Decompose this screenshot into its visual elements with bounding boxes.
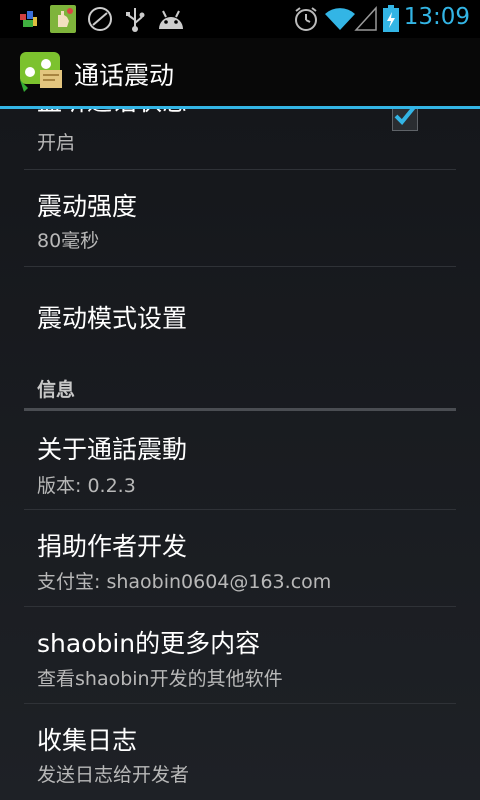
list-item-vibration-mode[interactable]: 震动模式设置	[0, 267, 480, 363]
status-bar: 13:09	[0, 0, 480, 38]
list-item-title: 捐助作者开发	[37, 532, 188, 561]
app-notification-icon	[20, 11, 37, 27]
list-item-summary: 开启	[37, 132, 76, 154]
list-item-more-apps[interactable]: shaobin的更多内容 查看shaobin开发的其他软件	[0, 607, 480, 703]
list-item-title: 收集日志	[37, 726, 138, 755]
status-clock: 13:09	[403, 4, 470, 30]
notification-icon	[50, 5, 76, 33]
action-bar: 通话震动	[0, 38, 480, 106]
list-item-donate[interactable]: 捐助作者开发 支付宝: shaobin0604@163.com	[0, 510, 480, 606]
list-item-summary: 发送日志给开发者	[37, 764, 190, 786]
category-header-info: 信息	[37, 379, 76, 401]
page-title: 通话震动	[74, 61, 175, 90]
list-item-call-state[interactable]: 监听通话状态 开启	[0, 109, 480, 170]
list-item-title: 关于通話震動	[37, 435, 188, 464]
alarm-icon	[295, 7, 317, 31]
list-item-title: shaobin的更多内容	[37, 629, 261, 658]
app-icon[interactable]	[18, 50, 66, 94]
signal-icon	[354, 6, 377, 31]
list-item-title: 监听通话状态	[37, 109, 187, 118]
list-item-summary: 支付宝: shaobin0604@163.com	[37, 571, 332, 593]
battery-icon	[383, 5, 399, 32]
check-icon	[394, 109, 416, 125]
list-item-about[interactable]: 关于通話震動 版本: 0.2.3	[0, 411, 480, 508]
usb-icon	[126, 8, 145, 32]
sync-icon	[88, 7, 112, 31]
wifi-icon	[325, 8, 355, 31]
call-state-checkbox[interactable]	[392, 109, 418, 131]
list-item-title: 震动模式设置	[37, 304, 188, 333]
android-debug-icon	[159, 10, 183, 29]
list-item-collect-logs[interactable]: 收集日志 发送日志给开发者	[0, 704, 480, 800]
list-item-summary: 版本: 0.2.3	[37, 475, 136, 497]
action-bar-divider	[0, 106, 480, 109]
list-item-vibration-strength[interactable]: 震动强度 80毫秒	[0, 170, 480, 266]
preference-list[interactable]: 监听通话状态 开启 震动强度 80毫秒 震动模式设置 信息 关于通話震動 版本:…	[0, 109, 480, 800]
list-item-summary: 80毫秒	[37, 230, 100, 252]
list-item-title: 震动强度	[37, 192, 138, 221]
list-item-summary: 查看shaobin开发的其他软件	[37, 668, 283, 690]
